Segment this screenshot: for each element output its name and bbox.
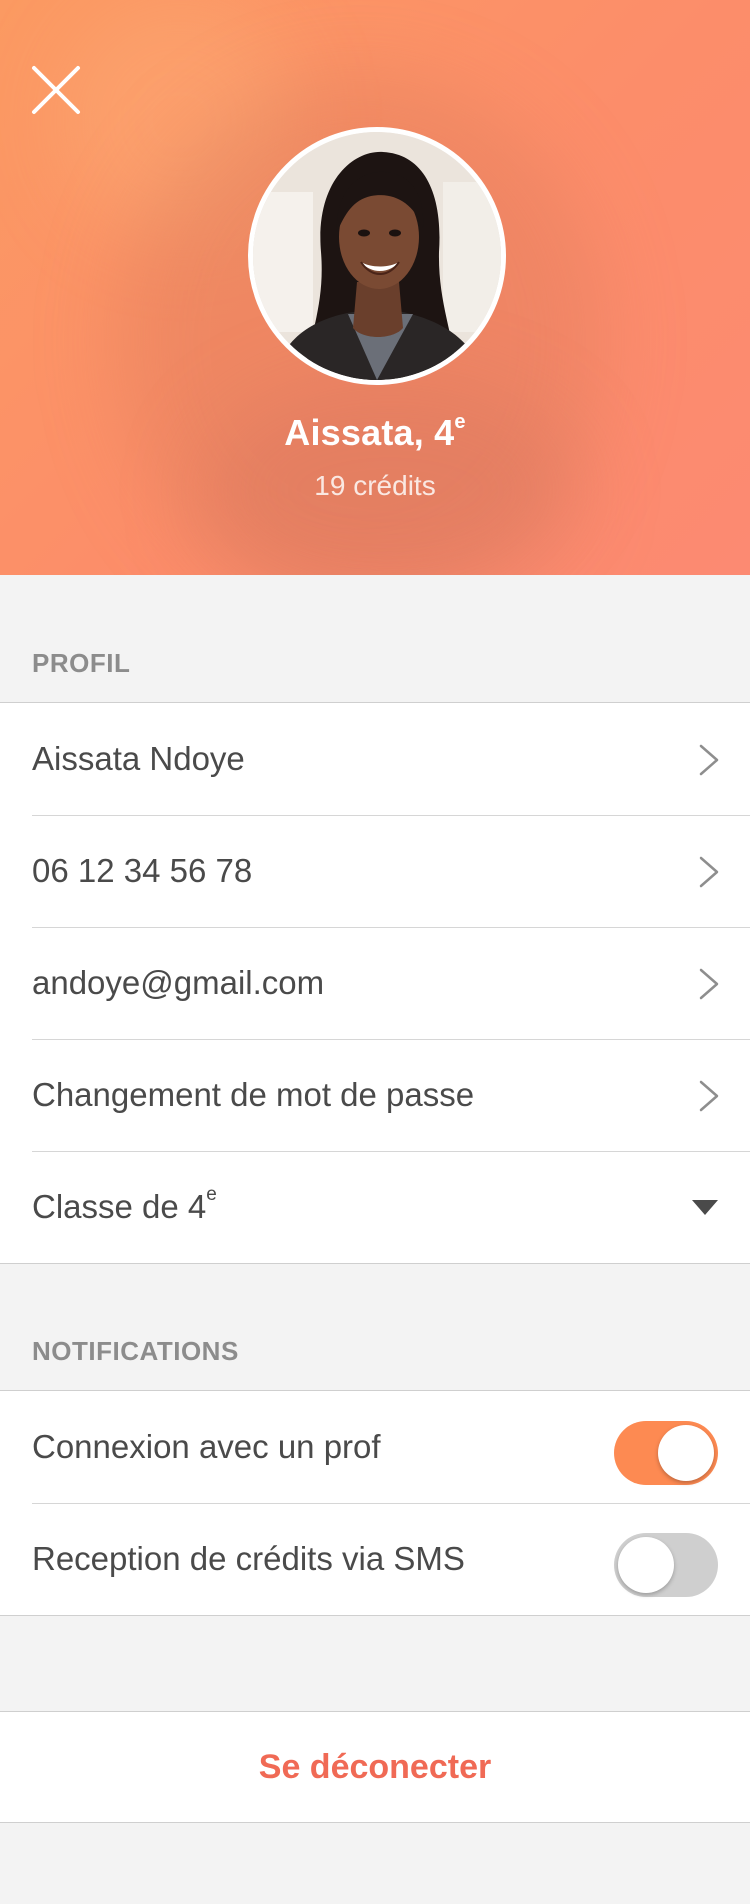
chevron-right-icon	[699, 1080, 719, 1112]
notification-item-sms-credits: Reception de crédits via SMS	[0, 1503, 750, 1615]
section-title-notifications: NOTIFICATIONS	[32, 1336, 239, 1366]
profile-screen: Aissata, 4e 19 crédits PROFIL Aissata Nd…	[0, 0, 750, 1904]
list-item-label: Aissata Ndoye	[32, 740, 245, 777]
profile-item-name[interactable]: Aissata Ndoye	[0, 703, 750, 815]
credits-count: 19 crédits	[314, 470, 436, 501]
logout-button[interactable]: Se déconecter	[0, 1711, 750, 1823]
class-select-label: Classe de 4e	[32, 1184, 217, 1226]
toggle-knob	[658, 1425, 714, 1481]
profile-item-email[interactable]: andoye@gmail.com	[0, 927, 750, 1039]
notifications-list: Connexion avec un prof Reception de créd…	[0, 1390, 750, 1616]
list-item-label: 06 12 34 56 78	[32, 852, 253, 889]
close-icon	[32, 66, 80, 114]
class-select[interactable]: Classe de 4e	[0, 1151, 750, 1263]
list-item-label: Reception de crédits via SMS	[32, 1540, 465, 1577]
close-button[interactable]	[28, 62, 84, 118]
profile-name: Aissata, 4e	[0, 411, 750, 454]
list-item-label: Changement de mot de passe	[32, 1076, 475, 1113]
profile-item-password[interactable]: Changement de mot de passe	[0, 1039, 750, 1151]
chevron-right-icon	[699, 744, 719, 776]
avatar[interactable]	[248, 127, 506, 385]
profile-name-superscript: e	[454, 411, 466, 433]
toggle-knob	[618, 1537, 674, 1593]
class-select-text: Classe de 4	[32, 1188, 207, 1225]
chevron-right-icon	[699, 968, 719, 1000]
prof-connection-toggle[interactable]	[614, 1421, 718, 1485]
profile-name-text: Aissata, 4	[284, 412, 455, 453]
profile-header: Aissata, 4e 19 crédits	[0, 0, 750, 575]
list-item-label: andoye@gmail.com	[32, 964, 325, 1001]
class-select-superscript: e	[206, 1184, 217, 1205]
chevron-right-icon	[699, 856, 719, 888]
avatar-photo	[253, 132, 501, 380]
notification-item-prof-connection: Connexion avec un prof	[0, 1391, 750, 1503]
profile-item-phone[interactable]: 06 12 34 56 78	[0, 815, 750, 927]
profile-list: Aissata Ndoye 06 12 34 56 78 andoye@gmai…	[0, 702, 750, 1264]
logout-label: Se déconecter	[258, 1747, 492, 1786]
list-item-label: Connexion avec un prof	[32, 1428, 381, 1465]
sms-credits-toggle[interactable]	[614, 1533, 718, 1597]
section-title-profil: PROFIL	[32, 648, 131, 678]
caret-down-icon	[692, 1200, 718, 1215]
